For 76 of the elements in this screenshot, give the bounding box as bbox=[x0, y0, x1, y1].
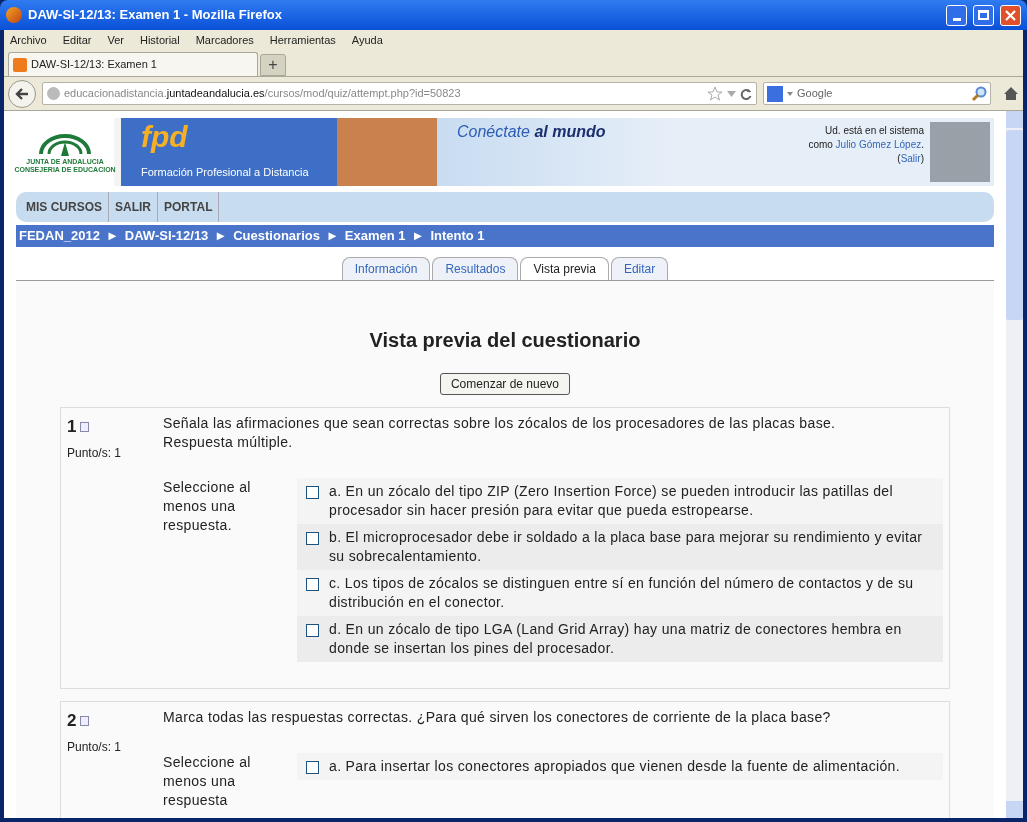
answer-option[interactable]: a. Para insertar los conectores apropiados que vienen desde la fuente de alimentación. bbox=[297, 753, 943, 780]
address-bar[interactable]: educacionadistancia.juntadeandalucia.es/cursos/mod/quiz/attempt.php?id=50823 bbox=[42, 82, 757, 105]
breadcrumb-link[interactable]: Examen 1 bbox=[344, 226, 406, 246]
close-button[interactable] bbox=[1000, 4, 1021, 26]
back-arrow-icon bbox=[15, 87, 29, 100]
option-text: d. En un zócalo de tipo LGA (Land Grid Array) hay una matriz de conectores hembra en donde se insertan los pines del procesador. bbox=[329, 620, 903, 658]
instruction-text: Seleccione al menos una respuesta. bbox=[163, 478, 252, 535]
option-text: a. Para insertar los conectores apropiados que vienen desde la fuente de alimentación. bbox=[329, 757, 900, 776]
search-icon[interactable] bbox=[971, 85, 987, 102]
option-text: c. Los tipos de zócalos se distinguen entre sí en función del número de contactos y de su distribución en el conector. bbox=[329, 574, 915, 612]
menu-item[interactable]: Ver bbox=[107, 31, 124, 49]
instruction-text: Seleccione al menos una respuesta bbox=[163, 753, 252, 810]
page-tab[interactable]: Resultados bbox=[432, 257, 519, 280]
question-number: 2 bbox=[67, 710, 77, 732]
breadcrumb-separator: ► bbox=[214, 227, 228, 246]
answer-option[interactable]: d. En un zócalo de tipo LGA (Land Grid Array) hay una matriz de conectores hembra en donde se insertan los pines del procesador. bbox=[297, 616, 943, 662]
reload-icon[interactable] bbox=[740, 87, 752, 100]
checkbox[interactable] bbox=[306, 486, 319, 499]
answer-option[interactable]: c. Los tipos de zócalos se distinguen entre sí en función del número de contactos y de su distribución en el conector. bbox=[297, 570, 943, 616]
page-tab[interactable]: Editar bbox=[610, 257, 669, 280]
menu-item[interactable]: Marcadores bbox=[195, 31, 254, 49]
question-text: Señala las afirmaciones que sean correctas sobre los zócalos de los procesadores de las placas base. Respuesta múltiple. bbox=[163, 414, 837, 452]
nav-link[interactable]: PORTAL bbox=[158, 192, 220, 222]
breadcrumb-separator: ► bbox=[325, 227, 339, 246]
checkbox[interactable] bbox=[306, 761, 319, 774]
checkbox[interactable] bbox=[306, 624, 319, 637]
home-icon[interactable] bbox=[1003, 86, 1019, 101]
close-icon bbox=[1005, 9, 1016, 21]
search-field[interactable]: Google bbox=[797, 85, 967, 102]
avatar-placeholder bbox=[930, 122, 990, 182]
slogan-banner: Conéctate al mundo bbox=[437, 118, 669, 186]
breadcrumb-link[interactable]: Cuestionarios bbox=[233, 226, 320, 246]
restart-button[interactable]: Comenzar de nuevo bbox=[439, 373, 571, 395]
checkbox[interactable] bbox=[306, 578, 319, 591]
breadcrumb-link[interactable]: FEDAN_2012 bbox=[19, 226, 100, 246]
fpd-banner: fpd Formación Profesional a Distancia bbox=[121, 118, 337, 186]
scrollbar[interactable] bbox=[1006, 111, 1023, 818]
new-tab-button[interactable]: + bbox=[260, 54, 286, 76]
menu-item[interactable]: Archivo bbox=[10, 31, 47, 49]
option-text: b. El microprocesador debe ir soldado a la placa base para mejorar su rendimiento y evitar su sobrecalentamiento. bbox=[329, 528, 924, 566]
breadcrumb-link[interactable]: Intento 1 bbox=[430, 226, 485, 246]
browser-tab[interactable]: DAW-SI-12/13: Examen 1 bbox=[8, 52, 258, 76]
question-points: Punto/s: 1 bbox=[67, 738, 123, 756]
question-points: Punto/s: 1 bbox=[67, 444, 123, 462]
back-button[interactable] bbox=[8, 79, 36, 108]
menu-item[interactable]: Ayuda bbox=[351, 31, 383, 49]
page-tab[interactable]: Información bbox=[341, 257, 431, 280]
site-logo-icon bbox=[13, 57, 27, 72]
breadcrumb-separator: ► bbox=[411, 227, 425, 246]
menu-item[interactable]: Editar bbox=[62, 31, 92, 49]
answer-option[interactable]: b. El microprocesador debe ir soldado a la placa base para mejorar su rendimiento y evitar su sobrecalentamiento. bbox=[297, 524, 943, 570]
url-text: educacionadistancia.juntadeandalucia.es/cursos/mod/quiz/attempt.php?id=50823 bbox=[64, 86, 462, 102]
breadcrumb-link[interactable]: DAW-SI-12/13 bbox=[124, 226, 209, 246]
option-text: a. En un zócalo del tipo ZIP (Zero Insertion Force) se pueden introducir las patillas del procesador sin hacer presión para evitar que pueda estropearse. bbox=[329, 482, 894, 520]
answer-option[interactable]: a. En un zócalo del tipo ZIP (Zero Insertion Force) se pueden introducir las patillas del procesador sin hacer presión para evitar que pueda estropearse. bbox=[297, 478, 943, 524]
search-box[interactable]: Google bbox=[763, 82, 991, 105]
star-icon[interactable] bbox=[707, 86, 723, 101]
window-title: DAW-SI-12/13: Examen 1 - Mozilla Firefox bbox=[28, 6, 284, 25]
menu-item[interactable]: Historial bbox=[139, 31, 180, 49]
maximize-button[interactable] bbox=[973, 4, 994, 26]
preview-icon[interactable] bbox=[80, 421, 90, 432]
browser-logo-icon bbox=[6, 7, 22, 23]
checkbox[interactable] bbox=[306, 532, 319, 545]
user-info: Ud. está en el sistema como Julio Gómez López. (Salir) bbox=[807, 124, 924, 166]
dropdown-icon[interactable] bbox=[787, 91, 793, 96]
breadcrumb-separator: ► bbox=[105, 227, 119, 246]
minimize-button[interactable] bbox=[946, 4, 967, 26]
page-tab[interactable]: Vista previa bbox=[520, 257, 609, 280]
question-text: Marca todas las respuestas correctas. ¿Para qué sirven los conectores de corriente de la placa base? bbox=[163, 708, 832, 727]
nav-link[interactable]: SALIR bbox=[109, 192, 158, 222]
scroll-thumb[interactable] bbox=[1006, 130, 1023, 320]
nav-link[interactable]: MIS CURSOS bbox=[20, 192, 109, 222]
menu-item[interactable]: Herramientas bbox=[269, 31, 336, 49]
preview-icon[interactable] bbox=[80, 715, 90, 726]
question-number: 1 bbox=[67, 416, 77, 438]
page-heading: Vista previa del cuestionario bbox=[369, 328, 641, 353]
